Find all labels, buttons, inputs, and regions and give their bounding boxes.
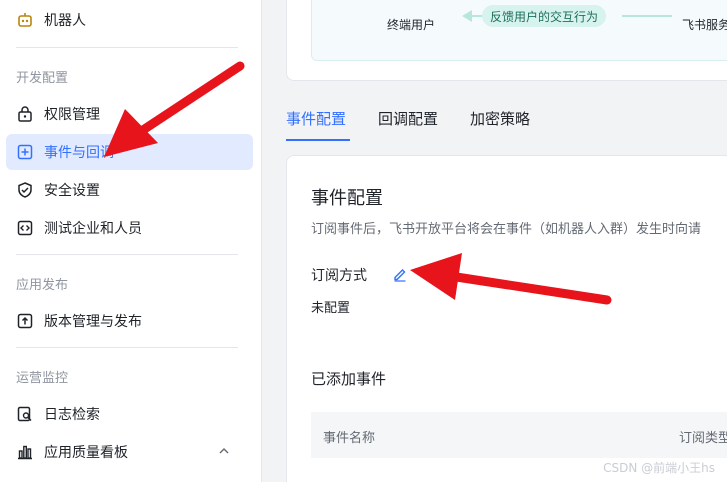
watermark: CSDN @前端小王hs <box>603 461 715 475</box>
event-flow-diagram: 终端用户 反馈用户的交互行为 飞书服务 <box>311 0 727 61</box>
diagram-feishu-service: 飞书服务 <box>682 18 727 32</box>
active-tab-indicator <box>286 139 350 141</box>
divider <box>16 47 238 48</box>
sidebar-item-label: 权限管理 <box>44 107 100 123</box>
event-flow-diagram-card: 终端用户 反馈用户的交互行为 飞书服务 <box>286 0 727 81</box>
sidebar-item-log-search[interactable]: 日志检索 <box>6 396 253 432</box>
sidebar-item-events-callbacks[interactable]: 事件与回调 <box>6 134 253 170</box>
sidebar-item-label: 日志检索 <box>44 407 100 423</box>
event-config-description: 订阅事件后，飞书开放平台将会在事件（如机器人入群）发生时向请 <box>311 222 702 237</box>
upload-icon <box>16 312 34 330</box>
sidebar-item-version-release[interactable]: 版本管理与发布 <box>6 303 253 339</box>
section-title-ops-monitor: 运营监控 <box>16 371 69 386</box>
section-title-app-release: 应用发布 <box>16 278 69 293</box>
sidebar-item-label: 版本管理与发布 <box>44 314 142 330</box>
page-title: 事件配置 <box>311 188 383 209</box>
column-header-subscription-type: 订阅类型 <box>679 431 727 446</box>
diagram-terminal-user: 终端用户 <box>387 18 436 32</box>
sidebar-item-permissions[interactable]: 权限管理 <box>6 96 253 132</box>
sidebar-item-label: 应用质量看板 <box>44 445 128 461</box>
tab-event-config[interactable]: 事件配置 <box>286 104 346 142</box>
config-tabs: 事件配置 回调配置 加密策略 <box>286 104 727 144</box>
sidebar: 机器人 开发配置 权限管理 事件与回调 安全设置 测试企业和人员 应用发布 版本… <box>0 0 262 482</box>
shield-icon <box>16 181 34 199</box>
tab-encryption-strategy[interactable]: 加密策略 <box>470 104 530 142</box>
tab-callback-config[interactable]: 回调配置 <box>378 104 438 142</box>
sidebar-item-label: 机器人 <box>44 13 86 29</box>
events-table-header: 事件名称 订阅类型 <box>311 412 727 458</box>
sidebar-item-test-users[interactable]: 测试企业和人员 <box>6 210 253 246</box>
section-title-dev-config: 开发配置 <box>16 71 69 86</box>
subscription-method-label: 订阅方式 <box>311 268 367 284</box>
event-icon <box>16 143 34 161</box>
robot-icon <box>16 11 34 29</box>
sidebar-item-label: 测试企业和人员 <box>44 221 142 237</box>
sidebar-item-robot[interactable]: 机器人 <box>6 2 253 38</box>
sidebar-item-label: 安全设置 <box>44 183 100 199</box>
edit-icon[interactable] <box>392 266 408 282</box>
sidebar-item-label: 事件与回调 <box>44 145 114 161</box>
column-header-event-name: 事件名称 <box>323 431 376 446</box>
flow-feedback-label: 反馈用户的交互行为 <box>482 5 607 27</box>
sidebar-item-security[interactable]: 安全设置 <box>6 172 253 208</box>
divider <box>16 347 238 348</box>
divider <box>16 254 238 255</box>
flow-line-right <box>622 15 672 17</box>
lock-icon <box>16 105 34 123</box>
chevron-up-icon[interactable] <box>217 444 231 458</box>
code-icon <box>16 219 34 237</box>
subscription-method-value: 未配置 <box>311 301 351 316</box>
sidebar-item-quality-dashboard[interactable]: 应用质量看板 <box>6 434 253 470</box>
bar-chart-icon <box>16 443 34 461</box>
added-events-title: 已添加事件 <box>311 370 387 388</box>
log-search-icon <box>16 405 34 423</box>
